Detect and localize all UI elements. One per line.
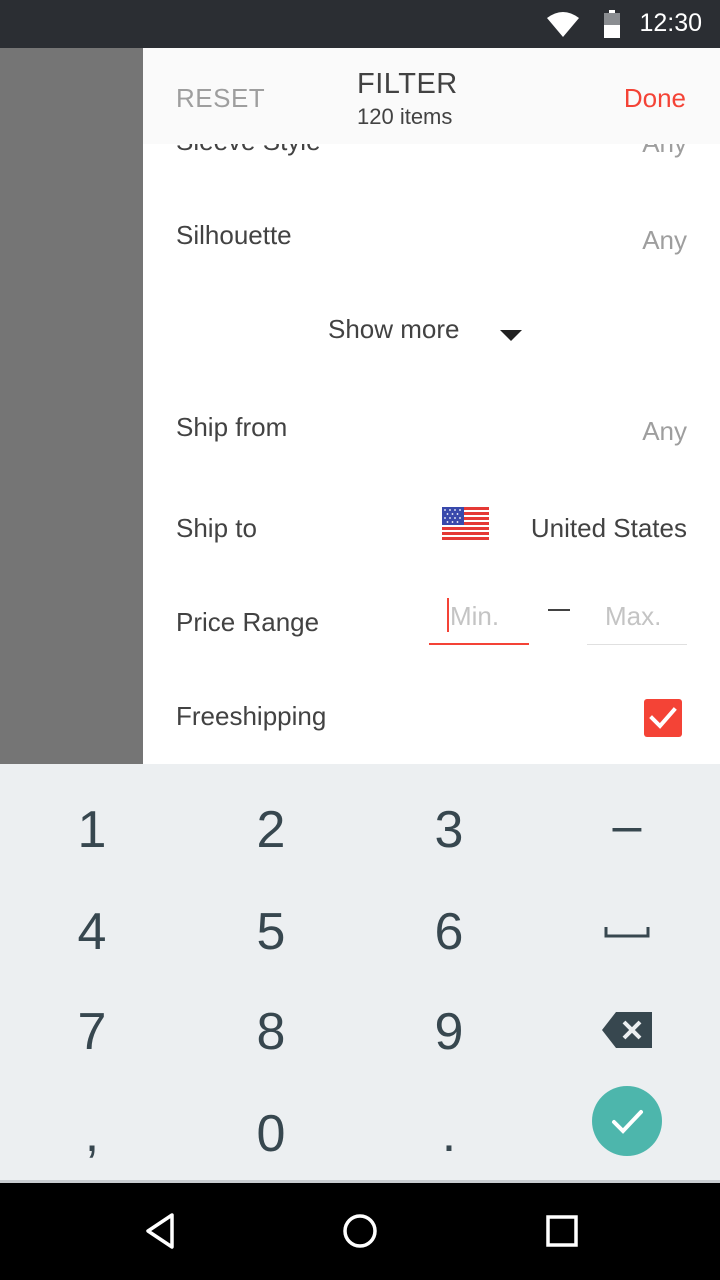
key-9[interactable]: 9 <box>359 980 539 1084</box>
ship-to-label[interactable]: Ship to <box>176 513 257 544</box>
backspace-icon <box>602 1012 652 1048</box>
key-2[interactable]: 2 <box>181 778 361 882</box>
key-0[interactable]: 0 <box>181 1082 361 1186</box>
enter-button[interactable] <box>592 1086 662 1156</box>
back-icon[interactable] <box>140 1211 180 1251</box>
key-comma[interactable]: , <box>2 1082 182 1186</box>
price-range-label: Price Range <box>176 607 320 637</box>
text-cursor <box>447 598 449 632</box>
key-space[interactable] <box>537 880 717 984</box>
show-more-button[interactable]: Show more <box>328 314 460 345</box>
caret-down-icon[interactable] <box>500 330 522 341</box>
key-8[interactable]: 8 <box>181 980 361 1084</box>
filter-panel: RESET FILTER 120 items Done Sleeve Style… <box>143 48 720 764</box>
home-icon[interactable] <box>340 1211 380 1251</box>
key-7[interactable]: 7 <box>2 980 182 1084</box>
checkmark-icon <box>649 707 677 729</box>
ship-from-label[interactable]: Ship from <box>176 412 287 443</box>
navigation-bar <box>0 1183 720 1280</box>
key-minus[interactable]: – <box>537 774 717 878</box>
key-period[interactable]: . <box>359 1082 539 1186</box>
price-separator <box>548 609 570 611</box>
done-button[interactable]: Done <box>624 83 686 114</box>
reset-button[interactable]: RESET <box>176 83 265 114</box>
silhouette-label[interactable]: Silhouette <box>176 220 292 251</box>
drawer-scrim[interactable] <box>0 48 143 764</box>
us-flag-icon <box>442 507 489 541</box>
items-count: 120 items <box>357 104 453 129</box>
recents-icon[interactable] <box>542 1211 582 1251</box>
wifi-icon <box>547 12 579 37</box>
freeshipping-checkbox[interactable] <box>644 699 682 737</box>
ship-from-value[interactable]: Any <box>642 416 687 447</box>
price-min-placeholder: Min. <box>450 601 500 631</box>
filter-title: FILTER <box>357 68 458 100</box>
clock: 12:30 <box>639 9 702 37</box>
key-1[interactable]: 1 <box>2 778 182 882</box>
price-max-placeholder: Max. <box>605 601 662 631</box>
price-max-input[interactable]: Max. <box>587 598 687 645</box>
key-6[interactable]: 6 <box>359 880 539 984</box>
key-3[interactable]: 3 <box>359 778 539 882</box>
status-bar: 12:30 <box>0 0 720 48</box>
filter-header: RESET FILTER 120 items Done <box>143 48 720 144</box>
numeric-keypad: 1 2 3 – 4 5 6 7 8 9 , 0 . <box>0 764 720 1180</box>
space-icon <box>604 927 650 938</box>
silhouette-value[interactable]: Any <box>642 225 687 256</box>
enter-icon <box>612 1110 643 1134</box>
key-5[interactable]: 5 <box>181 880 361 984</box>
price-min-input[interactable]: Min. <box>429 598 529 645</box>
ship-to-value[interactable]: United States <box>531 513 687 544</box>
key-4[interactable]: 4 <box>2 880 182 984</box>
key-backspace[interactable] <box>537 978 717 1082</box>
freeshipping-label[interactable]: Freeshipping <box>176 701 326 732</box>
battery-icon <box>604 10 620 38</box>
